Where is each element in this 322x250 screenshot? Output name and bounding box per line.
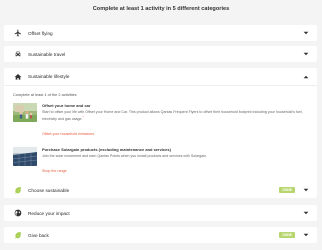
activity-description: Start to offset your life with Offset yo… [42, 110, 303, 122]
chevron-down-icon[interactable] [302, 187, 309, 194]
category-offset-flying[interactable]: Offset flying [4, 25, 317, 41]
globe-icon [13, 209, 22, 218]
done-badge: DONE [279, 187, 295, 193]
category-choose-sustainable[interactable]: Choose sustainable DONE [4, 182, 317, 198]
activity-item: Offset your home and car Start to offset… [13, 103, 308, 140]
category-label: Sustainable travel [28, 51, 66, 57]
leaf-icon [13, 186, 22, 195]
category-label: Sustainable lifestyle [28, 74, 70, 79]
solar-panels-photo [13, 147, 37, 167]
chevron-down-icon[interactable] [302, 51, 309, 58]
lifestyle-activities: Complete at least 1 of the 2 activities [4, 85, 317, 190]
shop-the-range-link[interactable]: Shop the range [42, 169, 67, 173]
category-reduce-your-impact[interactable]: Reduce your impact [4, 205, 317, 221]
done-badge: DONE [279, 232, 295, 238]
activities-intro: Complete at least 1 of the 2 activities [13, 92, 77, 97]
page-title: Complete at least 1 activity in 5 differ… [92, 6, 230, 12]
family-in-yard-photo [13, 103, 37, 122]
activity-title: Purchase Solargain products (excluding m… [42, 147, 171, 153]
category-label: Reduce your impact [28, 210, 70, 216]
home-icon [13, 72, 22, 81]
category-label: Offset flying [28, 30, 53, 36]
airplane-icon [13, 29, 22, 38]
chevron-down-icon[interactable] [302, 232, 309, 239]
chevron-down-icon[interactable] [302, 30, 309, 37]
leaf-icon [13, 231, 22, 240]
chevron-down-icon[interactable] [302, 210, 309, 217]
car-icon [13, 50, 22, 59]
category-label: Give back [28, 232, 49, 238]
footnote-marker: * [82, 115, 84, 119]
activity-title: Offset your home and car [42, 103, 91, 108]
category-sustainable-lifestyle[interactable]: Sustainable lifestyle Complete at least … [4, 68, 317, 197]
offset-household-emissions-link[interactable]: Offset your household emissions [42, 132, 94, 136]
activity-description: Join the solar movement and earn Qantas … [42, 154, 208, 159]
category-label: Choose sustainable [28, 187, 70, 193]
category-give-back[interactable]: Give back DONE [4, 227, 317, 243]
category-sustainable-travel[interactable]: Sustainable travel [4, 46, 317, 62]
chevron-up-icon[interactable] [302, 73, 309, 80]
activity-item: Purchase Solargain products (excluding m… [13, 147, 308, 177]
